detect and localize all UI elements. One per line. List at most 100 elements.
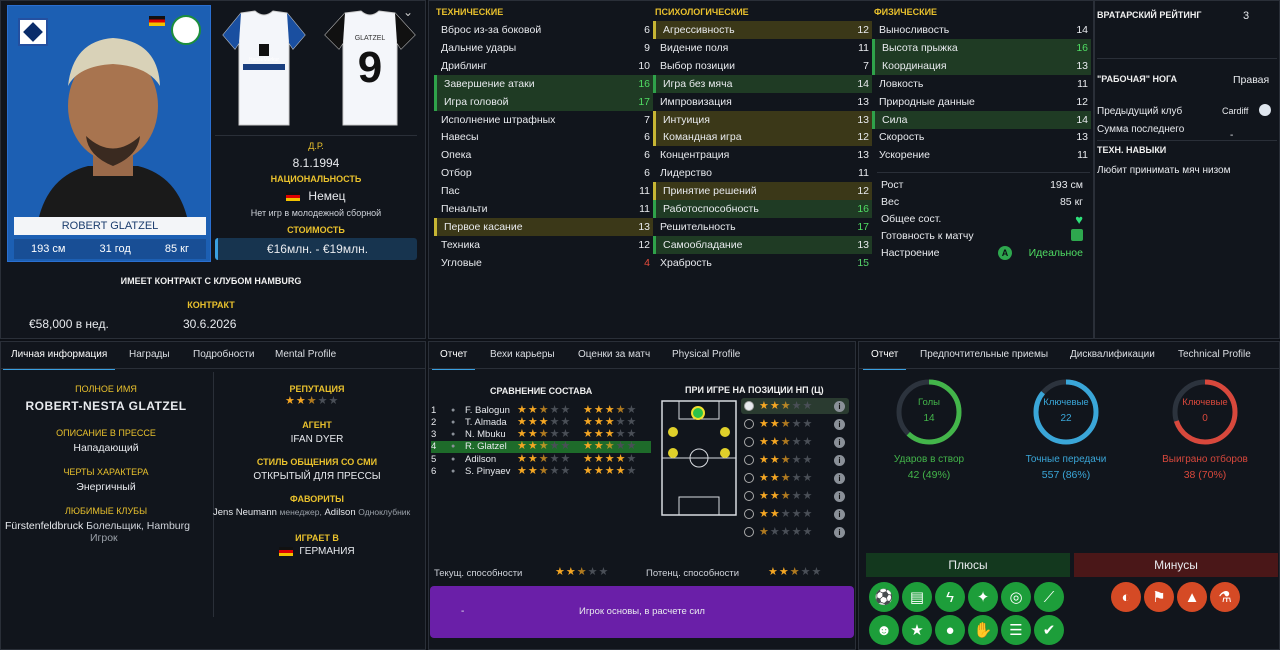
squad-row[interactable]: 4 ● R. Glatzel ★ ★ ★ ★ ★ ★ ★ ★ ★ ★: [431, 440, 651, 453]
squad-row[interactable]: 3 ● N. Mbuku ★ ★ ★ ★ ★ ★ ★ ★ ★ ★: [431, 429, 651, 441]
squad-row[interactable]: 2 ● T. Almada ★ ★ ★ ★ ★ ★ ★ ★ ★ ★: [431, 416, 651, 428]
checklist-icon[interactable]: ✔: [1034, 615, 1064, 645]
info-icon[interactable]: i: [834, 454, 845, 466]
position-radio[interactable]: [744, 401, 754, 411]
header-icon[interactable]: ⚽: [869, 582, 899, 612]
agent-value[interactable]: IFAN DYER: [215, 434, 419, 445]
info-icon[interactable]: i: [834, 490, 845, 502]
attribute-row[interactable]: Лидерство 11: [653, 164, 872, 182]
info-icon[interactable]: i: [834, 508, 845, 520]
attribute-row[interactable]: Природные данные 12: [872, 93, 1091, 111]
attribute-row[interactable]: Агрессивность 12: [653, 21, 872, 39]
attribute-row[interactable]: Скорость 13: [872, 128, 1091, 146]
attribute-row[interactable]: Игра головой 17: [434, 92, 653, 111]
attribute-row[interactable]: Концентрация 13: [653, 146, 872, 164]
attribute-row[interactable]: Техника 12: [434, 236, 653, 254]
position-rating-row[interactable]: ★ ★ ★ ★ ★ i: [741, 524, 849, 540]
attribute-row[interactable]: Пенальти 11: [434, 200, 653, 218]
chevron-down-icon[interactable]: ⌄: [403, 5, 413, 19]
squad-row[interactable]: 6 ● S. Pinyaev ★ ★ ★ ★ ★ ★ ★ ★ ★ ★: [431, 466, 651, 478]
tab-4[interactable]: Mental Profile: [275, 349, 336, 360]
position-radio[interactable]: [744, 491, 754, 501]
attribute-row[interactable]: Навесы 6: [434, 128, 653, 146]
cones-icon[interactable]: ▲: [1177, 582, 1207, 612]
tab-4[interactable]: Physical Profile: [672, 349, 740, 360]
info-icon[interactable]: i: [834, 526, 845, 538]
tab-3[interactable]: Оценки за матч: [578, 349, 650, 360]
boot-icon[interactable]: ⟋: [1034, 582, 1064, 612]
attribute-row[interactable]: Угловые 4: [434, 254, 653, 272]
position-rating-row[interactable]: ★ ★ ★ ★ ★ i: [741, 452, 849, 468]
position-rating-row[interactable]: ★ ★ ★ ★ ★ i: [741, 434, 849, 450]
attribute-row[interactable]: Вброс из-за боковой 6: [434, 21, 653, 39]
attribute-row[interactable]: Решительность 17: [653, 218, 872, 236]
ball-icon[interactable]: ●: [935, 615, 965, 645]
tab-3[interactable]: Подробности: [193, 349, 254, 360]
crowd-icon[interactable]: ☻: [869, 615, 899, 645]
position-rating-row[interactable]: ★ ★ ★ ★ ★ i: [741, 488, 849, 504]
position-rating-row[interactable]: ★ ★ ★ ★ ★ i: [741, 416, 849, 432]
list-icon[interactable]: ☰: [1001, 615, 1031, 645]
attribute-row[interactable]: Самообладание 13: [653, 235, 872, 254]
info-icon[interactable]: i: [834, 436, 845, 448]
attribute-row[interactable]: Дальние удары 9: [434, 39, 653, 57]
squad-row[interactable]: 5 ● Adilson ★ ★ ★ ★ ★ ★ ★ ★ ★ ★: [431, 453, 651, 465]
flask-icon[interactable]: ⚗: [1210, 582, 1240, 612]
target-icon[interactable]: ◎: [1001, 582, 1031, 612]
position-rating-row[interactable]: ★ ★ ★ ★ ★ i: [741, 398, 849, 414]
tab-1[interactable]: Личная информация: [2, 349, 116, 370]
info-icon[interactable]: i: [834, 418, 845, 430]
fav-person-1[interactable]: Jens Neumann: [213, 507, 277, 518]
attribute-row[interactable]: Командная игра 12: [653, 128, 872, 147]
attribute-row[interactable]: Храбрость 15: [653, 254, 872, 272]
fav-person-2[interactable]: Adilson: [324, 507, 355, 518]
attribute-row[interactable]: Интуиция 13: [653, 110, 872, 129]
attribute-row[interactable]: Отбор 6: [434, 164, 653, 182]
attribute-row[interactable]: Работоспособность 16: [653, 200, 872, 218]
fav-club-main[interactable]: Fürstenfeldbruck: [5, 520, 83, 532]
squad-row[interactable]: 1 ● F. Balogun ★ ★ ★ ★ ★ ★ ★ ★ ★ ★: [431, 404, 651, 416]
squad-status-box[interactable]: - Игрок основы, в расчете сил: [430, 586, 854, 638]
position-rating-row[interactable]: ★ ★ ★ ★ ★ i: [741, 506, 849, 522]
position-rating-row[interactable]: ★ ★ ★ ★ ★ i: [741, 470, 849, 486]
attribute-row[interactable]: Ускорение 11: [872, 146, 1091, 164]
plays-value[interactable]: ГЕРМАНИЯ: [299, 546, 354, 557]
attribute-row[interactable]: Видение поля 11: [653, 39, 872, 57]
attribute-row[interactable]: Сила 14: [872, 110, 1091, 129]
tab-1[interactable]: Отчет: [862, 349, 907, 370]
position-radio[interactable]: [744, 419, 754, 429]
tab-2[interactable]: Предпочтительные приемы: [920, 349, 1048, 360]
attribute-row[interactable]: Игра без мяча 14: [653, 74, 872, 93]
info-icon[interactable]: i: [834, 472, 845, 484]
attribute-row[interactable]: Координация 13: [872, 56, 1091, 75]
tab-2[interactable]: Вехи карьеры: [490, 349, 555, 360]
lightning-icon[interactable]: ϟ: [935, 582, 965, 612]
position-radio[interactable]: [744, 473, 754, 483]
attribute-row[interactable]: Дриблинг 10: [434, 57, 653, 75]
attribute-row[interactable]: Исполнение штрафных 7: [434, 111, 653, 129]
value-box[interactable]: €16млн. - €19млн.: [215, 238, 417, 260]
handshake-icon[interactable]: ✋: [968, 615, 998, 645]
star-icon[interactable]: ★: [902, 615, 932, 645]
attribute-row[interactable]: Ловкость 11: [872, 75, 1091, 93]
attribute-row[interactable]: Опека 6: [434, 146, 653, 164]
attribute-row[interactable]: Первое касание 13: [434, 217, 653, 236]
whistle-icon[interactable]: ◐: [1111, 582, 1141, 612]
tab-2[interactable]: Награды: [129, 349, 170, 360]
attribute-row[interactable]: Принятие решений 12: [653, 182, 872, 201]
idea-icon[interactable]: ✦: [968, 582, 998, 612]
attribute-row[interactable]: Выбор позиции 7: [653, 57, 872, 75]
position-radio[interactable]: [744, 509, 754, 519]
attribute-row[interactable]: Выносливость 14: [872, 21, 1091, 39]
position-radio[interactable]: [744, 437, 754, 447]
flag-icon[interactable]: ⚑: [1144, 582, 1174, 612]
info-icon[interactable]: i: [834, 400, 845, 412]
position-radio[interactable]: [744, 455, 754, 465]
clipboard-icon[interactable]: ▤: [902, 582, 932, 612]
attribute-row[interactable]: Завершение атаки 16: [434, 74, 653, 93]
attribute-row[interactable]: Пас 11: [434, 182, 653, 200]
attribute-row[interactable]: Импровизация 13: [653, 93, 872, 111]
position-radio[interactable]: [744, 527, 754, 537]
tab-1[interactable]: Отчет: [431, 349, 476, 370]
attribute-row[interactable]: Высота прыжка 16: [872, 38, 1091, 57]
